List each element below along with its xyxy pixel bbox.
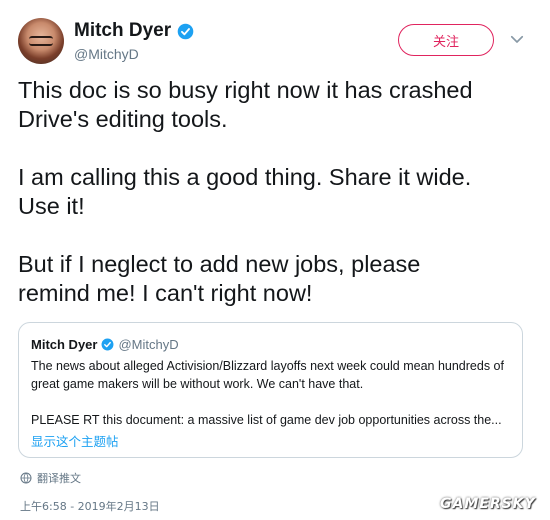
- gamersky-watermark: GAMERSKY: [440, 496, 536, 512]
- author-name-row: Mitch Dyer: [74, 20, 194, 42]
- translate-tweet-link[interactable]: 翻译推文: [20, 470, 81, 486]
- verified-badge-icon: [177, 23, 194, 39]
- tweet-text: This doc is so busy right now it has cra…: [18, 77, 473, 306]
- author-display-name[interactable]: Mitch Dyer: [74, 20, 171, 42]
- avatar[interactable]: [18, 18, 64, 64]
- author-handle[interactable]: @MitchyD: [74, 46, 139, 62]
- quoted-tweet-text: The news about alleged Activision/Blizza…: [31, 359, 504, 427]
- tweet-header: Mitch Dyer @MitchyD 关注: [18, 18, 532, 66]
- tweet-timestamp[interactable]: 上午6:58 - 2019年2月13日: [20, 498, 160, 514]
- show-thread-link[interactable]: 显示这个主题帖: [31, 431, 119, 450]
- avatar-glasses: [29, 36, 53, 46]
- chevron-down-icon[interactable]: [508, 30, 526, 48]
- follow-button[interactable]: 关注: [398, 24, 494, 56]
- quoted-tweet-header: Mitch Dyer @MitchyD: [31, 337, 179, 352]
- quoted-tweet[interactable]: Mitch Dyer @MitchyD The news about alleg…: [18, 322, 523, 458]
- quoted-author-name: Mitch Dyer: [31, 337, 98, 352]
- verified-badge-icon: [102, 338, 114, 351]
- globe-icon: [20, 472, 32, 484]
- quoted-author-handle: @MitchyD: [118, 337, 179, 352]
- translate-label: 翻译推文: [37, 472, 81, 485]
